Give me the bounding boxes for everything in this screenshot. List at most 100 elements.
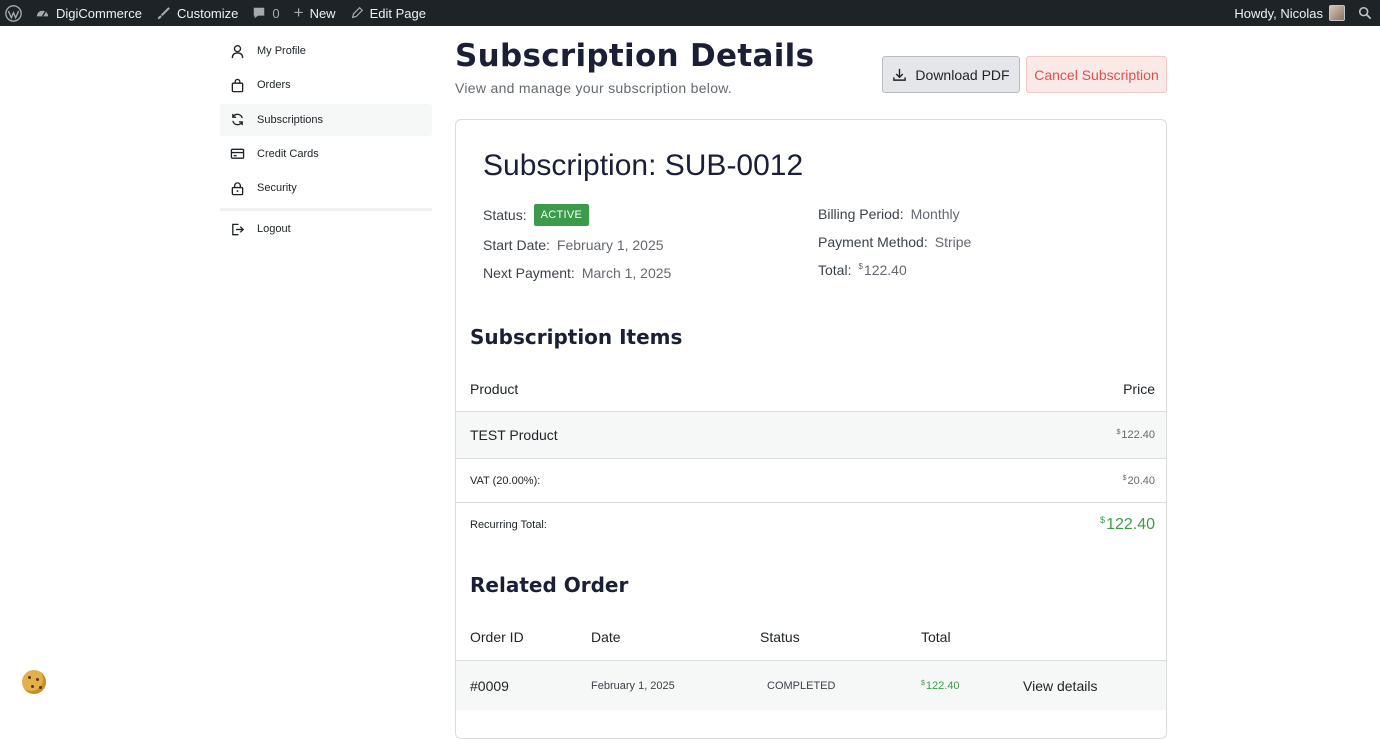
billing-period-label: Billing Period: xyxy=(818,206,904,222)
plus-icon: + xyxy=(293,3,304,22)
recurring-total-amount: 122.40 xyxy=(1106,516,1155,533)
status-badge: ACTIVE xyxy=(533,204,590,226)
sidebar-item-label: Logout xyxy=(257,223,291,236)
page-title: Subscription Details xyxy=(455,38,815,74)
comments-link[interactable]: 0 xyxy=(245,0,286,26)
comment-icon xyxy=(252,6,266,20)
admin-bar: DigiCommerce Customize 0 + New Edit Page… xyxy=(0,0,1380,26)
sidebar-item-my-profile[interactable]: My Profile xyxy=(220,35,432,67)
brush-icon xyxy=(156,6,171,21)
search-button[interactable] xyxy=(1352,0,1380,26)
customize-label: Customize xyxy=(176,5,239,21)
refresh-icon xyxy=(232,113,243,126)
dashboard-icon xyxy=(35,6,50,21)
wordpress-logo-button[interactable] xyxy=(0,0,28,26)
pencil-icon xyxy=(350,6,364,20)
lock-icon xyxy=(231,181,244,195)
subscription-card: Subscription: SUB-0012 Status: ACTIVE St… xyxy=(455,119,1167,739)
vat-value: $20.40 xyxy=(1123,475,1155,487)
search-icon xyxy=(1358,6,1372,20)
currency-symbol: $ xyxy=(858,262,863,271)
new-label: New xyxy=(309,5,336,21)
vat-amount: 20.40 xyxy=(1127,474,1155,487)
sidebar-item-logout[interactable]: Logout xyxy=(220,213,432,245)
download-pdf-button[interactable]: Download PDF xyxy=(882,56,1020,93)
user-account-menu[interactable]: Howdy, Nicolas xyxy=(1227,0,1352,26)
sidebar-item-label: Security xyxy=(257,182,297,195)
vat-row: VAT (20.00%): $20.40 xyxy=(456,458,1166,502)
currency-symbol: $ xyxy=(921,679,925,687)
status-row: Status: ACTIVE xyxy=(483,204,590,226)
related-order-title: Related Order xyxy=(470,573,629,597)
sidebar-divider xyxy=(220,208,432,212)
customize-link[interactable]: Customize xyxy=(149,0,245,26)
site-name-label: DigiCommerce xyxy=(56,5,142,21)
subscription-items-title: Subscription Items xyxy=(470,325,683,349)
total-row: Total: $122.40 xyxy=(818,262,907,278)
sidebar-item-label: Credit Cards xyxy=(257,147,319,160)
table-row: TEST Product $122.40 xyxy=(456,411,1166,458)
order-id: #0009 xyxy=(470,677,509,694)
recurring-total-label: Recurring Total: xyxy=(470,518,547,531)
billing-period-value: Monthly xyxy=(910,206,960,222)
product-name: TEST Product xyxy=(470,427,558,443)
next-payment-label: Next Payment: xyxy=(483,265,575,281)
credit-card-icon xyxy=(230,149,245,160)
next-payment-value: March 1, 2025 xyxy=(581,265,672,281)
start-date-value: February 1, 2025 xyxy=(556,237,664,253)
edit-page-link[interactable]: Edit Page xyxy=(343,0,433,26)
howdy-label: Howdy, Nicolas xyxy=(1234,5,1323,21)
sidebar-item-label: Subscriptions xyxy=(257,113,324,126)
product-price: $122.40 xyxy=(1116,429,1155,441)
bag-icon xyxy=(231,78,244,93)
col-price-header: Price xyxy=(1123,381,1155,397)
cookie-consent-icon[interactable] xyxy=(22,670,46,694)
order-total-amount: 122.40 xyxy=(925,679,960,692)
sidebar-item-security[interactable]: Security xyxy=(220,172,432,204)
orders-header-row: Order ID Date Status Total xyxy=(456,614,1166,660)
currency-symbol: $ xyxy=(1116,429,1121,436)
payment-method-row: Payment Method: Stripe xyxy=(818,234,971,250)
account-sidebar: My Profile Orders Subscriptions Credit C… xyxy=(220,35,432,247)
cancel-subscription-label: Cancel Subscription xyxy=(1034,66,1159,83)
cancel-subscription-button[interactable]: Cancel Subscription xyxy=(1026,56,1167,93)
col-total-header: Total xyxy=(921,629,951,645)
col-order-id-header: Order ID xyxy=(470,629,524,645)
next-payment-row: Next Payment: March 1, 2025 xyxy=(483,265,671,281)
view-details-link[interactable]: View details xyxy=(1023,678,1097,694)
site-name-link[interactable]: DigiCommerce xyxy=(28,0,149,26)
download-pdf-label: Download PDF xyxy=(915,66,1010,83)
comments-count: 0 xyxy=(272,5,280,21)
edit-page-label: Edit Page xyxy=(369,5,426,21)
currency-symbol: $ xyxy=(1122,474,1127,482)
total-amount: 122.40 xyxy=(863,262,907,278)
payment-method-value: Stripe xyxy=(934,234,972,250)
col-date-header: Date xyxy=(591,629,621,645)
sidebar-item-orders[interactable]: Orders xyxy=(220,69,432,101)
logout-icon xyxy=(232,223,245,235)
user-icon xyxy=(231,44,244,58)
avatar xyxy=(1329,5,1345,21)
wordpress-icon xyxy=(5,4,22,22)
status-label: Status: xyxy=(483,207,527,223)
download-icon xyxy=(893,68,907,81)
page-subtitle: View and manage your subscription below. xyxy=(455,80,733,96)
recurring-total-row: Recurring Total: $122.40 xyxy=(456,502,1166,546)
order-total: $122.40 xyxy=(921,680,960,692)
sidebar-item-credit-cards[interactable]: Credit Cards xyxy=(220,138,432,170)
new-content-link[interactable]: + New xyxy=(287,0,343,26)
col-status-header: Status xyxy=(760,629,800,645)
start-date-row: Start Date: February 1, 2025 xyxy=(483,237,664,253)
product-price-amount: 122.40 xyxy=(1121,429,1155,441)
col-product-header: Product xyxy=(470,381,519,397)
recurring-total-value: $122.40 xyxy=(1100,515,1155,534)
sidebar-item-label: My Profile xyxy=(257,45,306,57)
total-label: Total: xyxy=(818,262,852,278)
vat-label: VAT (20.00%): xyxy=(470,474,541,487)
currency-symbol: $ xyxy=(1100,515,1106,525)
payment-method-label: Payment Method: xyxy=(818,234,928,250)
order-date: February 1, 2025 xyxy=(591,679,675,692)
sidebar-item-subscriptions[interactable]: Subscriptions xyxy=(220,103,432,136)
items-header-row: Product Price xyxy=(456,366,1166,412)
total-value: $122.40 xyxy=(858,262,906,278)
